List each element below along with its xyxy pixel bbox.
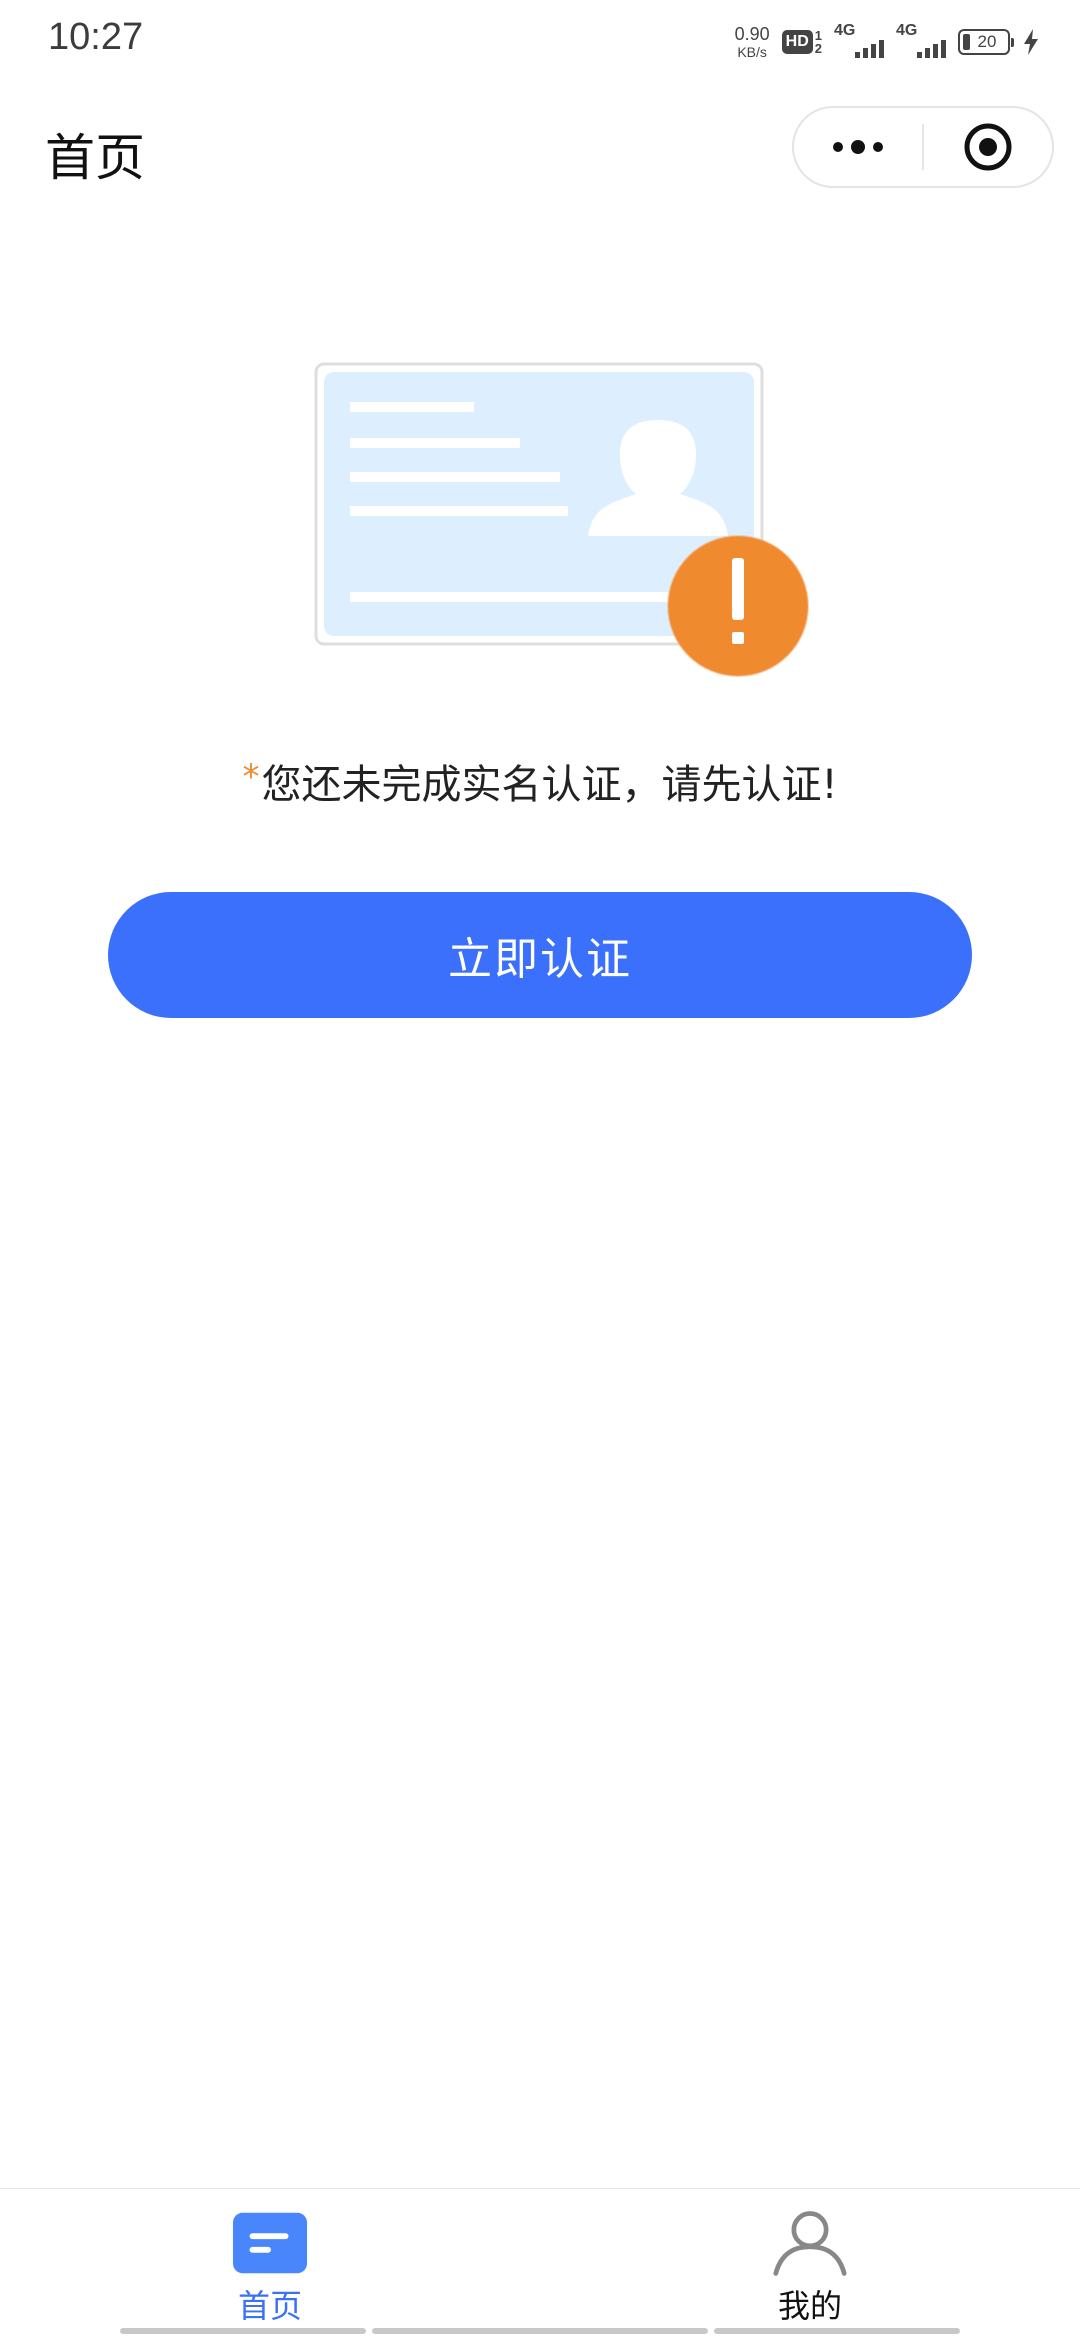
net-speed-indicator: 0.90 KB/s [735, 25, 770, 59]
status-bar: 10:27 0.90 KB/s HD 1 2 4G 4G 20 [0, 0, 1080, 84]
nav-bar: 首页 [0, 96, 1080, 200]
battery-percent: 20 [977, 32, 997, 51]
close-button[interactable] [924, 108, 1052, 186]
gesture-bar [0, 2328, 1080, 2336]
tab-me[interactable]: 我的 [660, 2211, 960, 2325]
status-icons: 0.90 KB/s HD 1 2 4G 4G 20 [735, 20, 1040, 64]
tab-home[interactable]: 首页 [120, 2211, 420, 2325]
net-speed-unit: KB/s [737, 44, 767, 60]
tab-bar: 首页 我的 [0, 2188, 1080, 2341]
hd-volte-icon: HD 1 2 [781, 29, 822, 56]
tab-home-label: 首页 [237, 2287, 302, 2325]
hd-sim-bottom: 2 [814, 41, 822, 56]
target-circle-icon [964, 123, 1012, 171]
sim1-network-label: 4G [834, 22, 856, 39]
id-card-warning-icon [314, 362, 809, 677]
home-doc-icon [232, 2211, 308, 2275]
verify-now-button[interactable]: 立即认证 [108, 892, 972, 1018]
signal-sim1-icon: 4G [834, 22, 884, 60]
net-speed-value: 0.90 [734, 24, 770, 44]
more-dots-icon [833, 140, 883, 154]
verification-notice: *您还未完成实名认证，请先认证! [0, 752, 1080, 810]
notice-text: 您还未完成实名认证，请先认证! [261, 762, 838, 808]
battery-icon: 20 [958, 29, 1014, 55]
signal-sim2-icon: 4G [896, 22, 946, 60]
required-mark: * [242, 757, 260, 797]
person-icon [772, 2211, 848, 2276]
more-button[interactable] [794, 108, 922, 186]
status-time: 10:27 [48, 16, 144, 58]
charging-bolt-icon [1024, 29, 1038, 55]
hd-label: HD [781, 30, 813, 54]
sim2-network-label: 4G [896, 22, 918, 39]
tab-me-label: 我的 [777, 2287, 842, 2325]
page-title: 首页 [45, 129, 145, 187]
mini-program-capsule [792, 106, 1054, 188]
